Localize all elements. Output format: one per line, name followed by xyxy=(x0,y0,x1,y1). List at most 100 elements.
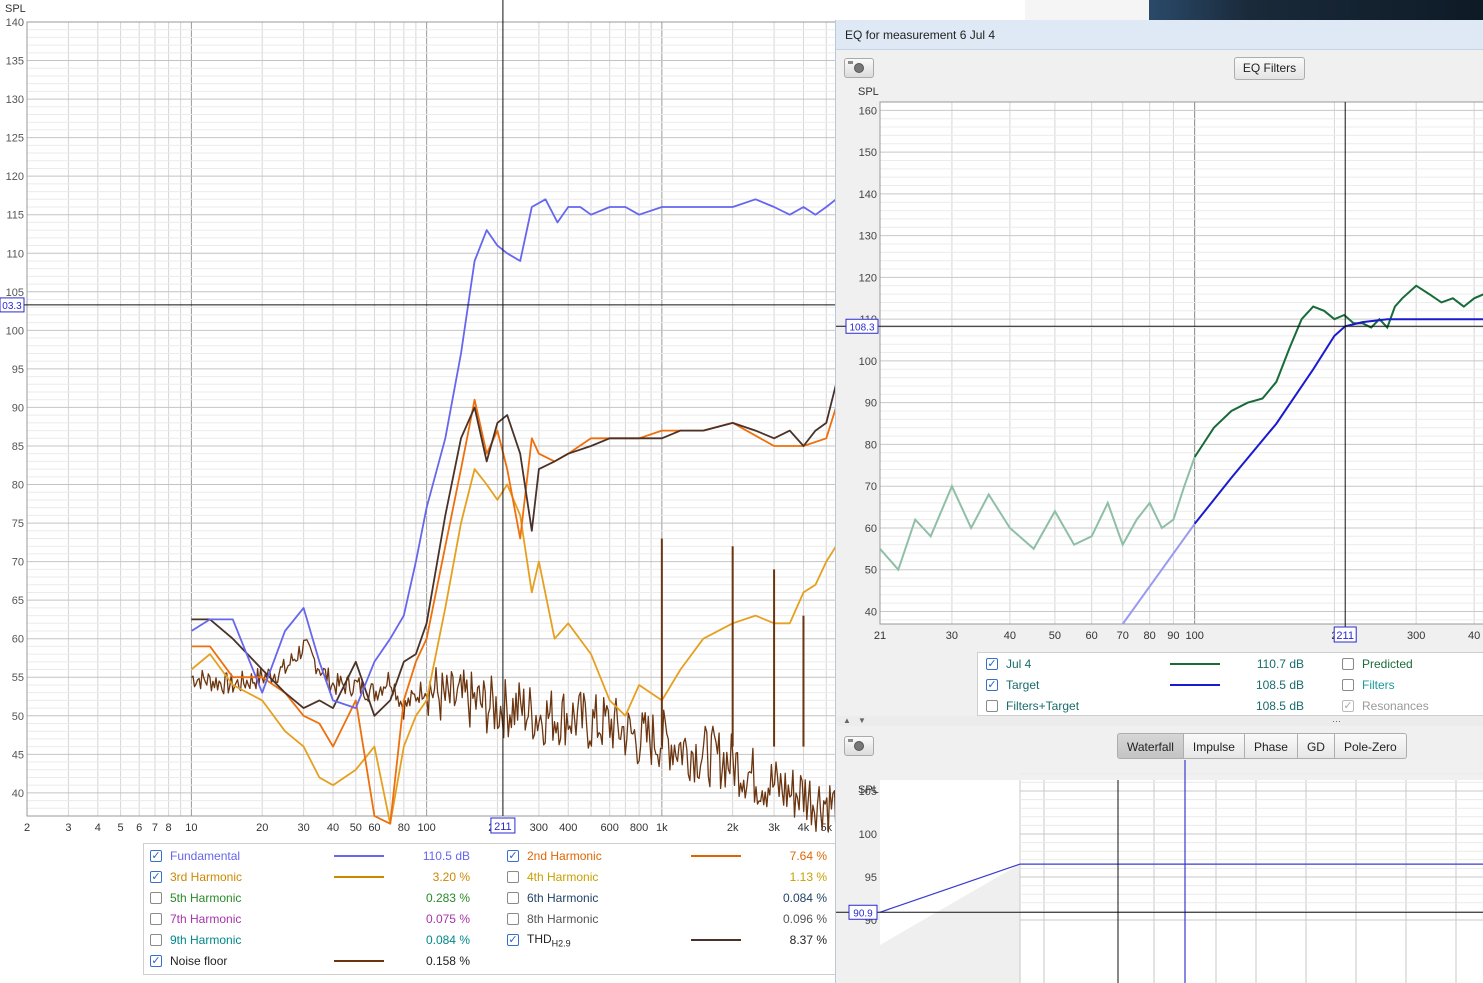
eq-legend-option-filters[interactable]: Filters xyxy=(1342,675,1482,695)
legend-line-swatch xyxy=(334,960,384,962)
eq-legend-item-jul-4[interactable]: ✓ Jul 4 110.7 dB xyxy=(986,654,1316,674)
tab-impulse[interactable]: Impulse xyxy=(1183,733,1245,759)
eq-legend-checkbox[interactable]: ✓ xyxy=(986,679,998,691)
legend-checkbox[interactable] xyxy=(507,871,519,883)
x-tick-label: 10 xyxy=(185,822,197,834)
tab-pole-zero[interactable]: Pole-Zero xyxy=(1334,733,1407,759)
x-tick-label: 60 xyxy=(368,822,380,834)
legend-label-sub: H2.9 xyxy=(551,938,571,949)
legend-checkbox[interactable]: ✓ xyxy=(507,934,519,946)
legend-label: 6th Harmonic xyxy=(527,891,599,905)
eq-legend-line-swatch xyxy=(1170,684,1220,686)
legend-checkbox[interactable] xyxy=(150,913,162,925)
eq-legend-option-resonances[interactable]: ✓ Resonances xyxy=(1342,696,1482,716)
distortion-chart[interactable]: SPL1401351301251201151101051009590858075… xyxy=(0,0,836,843)
eq-y-tick-label: 140 xyxy=(859,189,877,201)
legend-item-6th-harmonic[interactable]: 6th Harmonic 0.084 % xyxy=(507,888,837,908)
x-tick-label: 7 xyxy=(152,822,158,834)
legend-value: 3.20 % xyxy=(432,870,470,884)
splitter[interactable]: ▲ ▼ ⋯ xyxy=(836,716,1483,726)
eq-legend-label: Target xyxy=(1006,678,1040,692)
x-tick-label: 800 xyxy=(630,822,648,834)
collapse-up-icon[interactable]: ▲ xyxy=(843,716,851,725)
legend-label: 5th Harmonic xyxy=(170,891,242,905)
x-tick-label: 5 xyxy=(118,822,124,834)
x-tick-label: 4k xyxy=(798,822,810,834)
eq-y-tick-label: 100 xyxy=(859,356,877,368)
y-tick-label: 90 xyxy=(12,402,24,414)
eq-legend-checkbox[interactable]: ✓ xyxy=(986,658,998,670)
legend-value: 7.64 % xyxy=(789,849,827,863)
tab-gd[interactable]: GD xyxy=(1297,733,1335,759)
camera-icon-2[interactable] xyxy=(844,736,874,756)
cursor-y-label: 03.3 xyxy=(2,301,22,312)
legend-checkbox[interactable] xyxy=(507,913,519,925)
legend-item-noise-floor[interactable]: ✓ Noise floor 0.158 % xyxy=(150,951,480,971)
eq-x-tick-label: 60 xyxy=(1086,630,1098,642)
y-tick-label: 50 xyxy=(12,711,24,723)
eq-legend: ✓ Jul 4 110.7 dB ✓ Target 108.5 dB Filters+Tar… xyxy=(977,652,1483,716)
legend-item-thd[interactable]: ✓ THDH2.9 8.37 % xyxy=(507,930,837,950)
legend-checkbox[interactable] xyxy=(150,892,162,904)
legend-checkbox[interactable]: ✓ xyxy=(150,871,162,883)
camera-icon[interactable] xyxy=(844,58,874,78)
x-tick-label: 1k xyxy=(656,822,668,834)
eq-y-tick-label: 70 xyxy=(865,481,877,493)
y-tick-label: 105 xyxy=(6,287,24,299)
legend-checkbox[interactable]: ✓ xyxy=(507,850,519,862)
collapse-down-icon[interactable]: ▼ xyxy=(858,716,866,725)
legend-line-swatch xyxy=(334,876,384,878)
eq-filters-button[interactable]: EQ Filters xyxy=(1234,57,1305,80)
eq-legend-option-checkbox[interactable]: ✓ xyxy=(1342,700,1354,712)
eq-y-tick-label: 90 xyxy=(865,398,877,410)
legend-label: Noise floor xyxy=(170,954,228,968)
y-tick-label: 110 xyxy=(6,248,24,260)
eq-legend-item-filters-target[interactable]: Filters+Target 108.5 dB xyxy=(986,696,1316,716)
eq-y-tick-label: 40 xyxy=(865,606,877,618)
legend-item-2nd-harmonic[interactable]: ✓ 2nd Harmonic 7.64 % xyxy=(507,846,837,866)
legend-item-3rd-harmonic[interactable]: ✓ 3rd Harmonic 3.20 % xyxy=(150,867,480,887)
x-tick-label: 2 xyxy=(24,822,30,834)
waterfall-y-tick-label: 95 xyxy=(865,872,877,884)
eq-cursor-x-label: 211 xyxy=(1336,630,1354,642)
legend-item-7th-harmonic[interactable]: 7th Harmonic 0.075 % xyxy=(150,909,480,929)
legend-value: 0.283 % xyxy=(425,891,470,905)
eq-legend-checkbox[interactable] xyxy=(986,700,998,712)
eq-chart[interactable]: SPL1601501401301201101009080706050402130… xyxy=(836,82,1483,650)
legend-item-4th-harmonic[interactable]: 4th Harmonic 1.13 % xyxy=(507,867,837,887)
legend-checkbox[interactable]: ✓ xyxy=(150,850,162,862)
legend-value: 8.37 % xyxy=(789,933,827,947)
eq-legend-option-checkbox[interactable] xyxy=(1342,679,1354,691)
tab-waterfall[interactable]: Waterfall xyxy=(1117,733,1184,759)
x-tick-label: 40 xyxy=(327,822,339,834)
legend-checkbox[interactable] xyxy=(507,892,519,904)
x-tick-label: 300 xyxy=(530,822,548,834)
y-tick-label: 100 xyxy=(6,325,24,337)
legend-item-fundamental[interactable]: ✓ Fundamental 110.5 dB xyxy=(150,846,480,866)
legend-item-9th-harmonic[interactable]: 9th Harmonic 0.084 % xyxy=(150,930,480,950)
legend-checkbox[interactable] xyxy=(150,934,162,946)
background-image-strip xyxy=(1149,0,1483,20)
x-tick-label: 30 xyxy=(298,822,310,834)
eq-legend-option-label: Filters xyxy=(1362,678,1395,692)
eq-legend-value: 108.5 dB xyxy=(1255,678,1304,692)
eq-legend-option-checkbox[interactable] xyxy=(1342,658,1354,670)
eq-legend-line-swatch xyxy=(1170,663,1220,665)
legend-item-5th-harmonic[interactable]: 5th Harmonic 0.283 % xyxy=(150,888,480,908)
legend-checkbox[interactable]: ✓ xyxy=(150,955,162,967)
tab-phase[interactable]: Phase xyxy=(1244,733,1298,759)
eq-x-tick-label: 70 xyxy=(1117,630,1129,642)
waterfall-chart[interactable]: SPL105100959090.9 xyxy=(836,760,1483,983)
eq-x-tick-label: 30 xyxy=(946,630,958,642)
eq-legend-option-predicted[interactable]: Predicted xyxy=(1342,654,1482,674)
y-tick-label: 40 xyxy=(12,788,24,800)
legend-item-8th-harmonic[interactable]: 8th Harmonic 0.096 % xyxy=(507,909,837,929)
legend-value: 0.075 % xyxy=(425,912,470,926)
legend-label: Fundamental xyxy=(170,849,241,863)
x-tick-label: 100 xyxy=(417,822,435,834)
eq-window: EQ for measurement 6 Jul 4 EQ Filters SP… xyxy=(835,20,1483,983)
eq-legend-item-target[interactable]: ✓ Target 108.5 dB xyxy=(986,675,1316,695)
eq-legend-value: 108.5 dB xyxy=(1255,699,1304,713)
grip-icon[interactable]: ⋯ xyxy=(1332,716,1341,727)
legend-value: 0.096 % xyxy=(782,912,827,926)
